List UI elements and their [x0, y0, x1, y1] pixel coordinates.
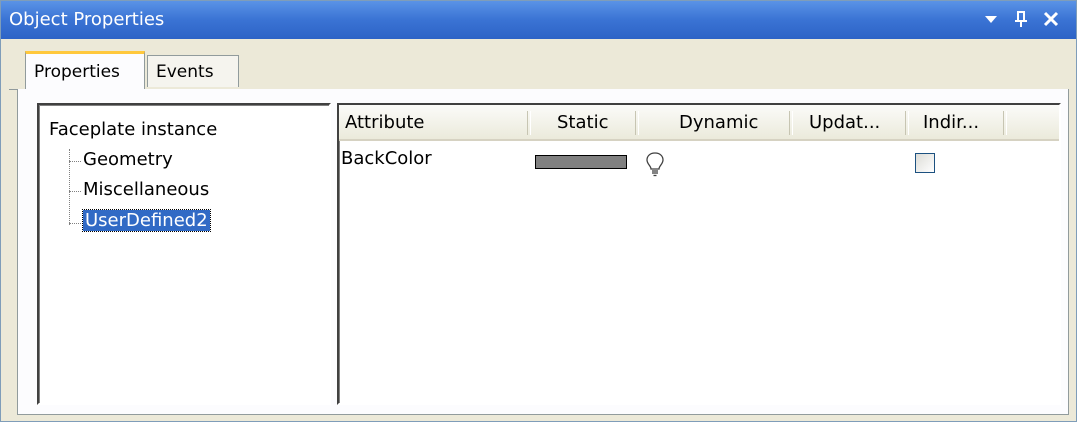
tree-connector-line [69, 223, 81, 224]
table-row[interactable]: BackColor [339, 145, 1059, 177]
tab-strip: Properties Events [9, 49, 1069, 90]
indirect-checkbox[interactable] [915, 153, 935, 173]
column-header-indirect[interactable]: Indir... [923, 105, 1003, 139]
column-separator[interactable] [789, 111, 793, 135]
tree-connector-line [69, 191, 81, 192]
tree-item-label: Miscellaneous [83, 179, 210, 200]
attribute-grid: Attribute Static Dynamic Updat... Indir.… [337, 103, 1061, 405]
column-separator[interactable] [1003, 111, 1007, 135]
dropdown-arrow-icon[interactable] [979, 7, 1003, 31]
tree-item-label: Geometry [83, 149, 173, 170]
column-header-static[interactable]: Static [557, 105, 637, 139]
static-color-swatch[interactable] [535, 155, 627, 169]
tree-item-geometry[interactable]: Geometry [83, 149, 173, 170]
object-properties-window: Object Properties Properties Events Face… [0, 0, 1077, 422]
tree-item-userdefined2[interactable]: UserDefined2 [82, 209, 211, 232]
tree-item-miscellaneous[interactable]: Miscellaneous [83, 179, 209, 200]
grid-header: Attribute Static Dynamic Updat... Indir.… [339, 105, 1059, 141]
close-icon[interactable] [1039, 7, 1063, 31]
pin-icon[interactable] [1009, 7, 1033, 31]
attribute-name: BackColor [341, 148, 432, 169]
column-header-attribute[interactable]: Attribute [345, 105, 525, 139]
column-separator[interactable] [635, 111, 639, 135]
category-tree[interactable]: Faceplate instance Geometry Miscellaneou… [37, 103, 331, 405]
window-title: Object Properties [9, 9, 165, 30]
column-separator[interactable] [527, 111, 531, 135]
tab-events[interactable]: Events [147, 55, 239, 87]
tree-item-label: UserDefined2 [82, 209, 211, 232]
tree-connector-line [69, 161, 81, 162]
column-header-dynamic[interactable]: Dynamic [679, 105, 789, 139]
tab-properties[interactable]: Properties [25, 51, 145, 89]
column-header-update[interactable]: Updat... [809, 105, 899, 139]
light-bulb-icon[interactable] [645, 151, 665, 177]
tree-root-faceplate-instance[interactable]: Faceplate instance [49, 119, 217, 140]
title-bar[interactable]: Object Properties [1, 1, 1076, 39]
column-separator[interactable] [905, 111, 909, 135]
